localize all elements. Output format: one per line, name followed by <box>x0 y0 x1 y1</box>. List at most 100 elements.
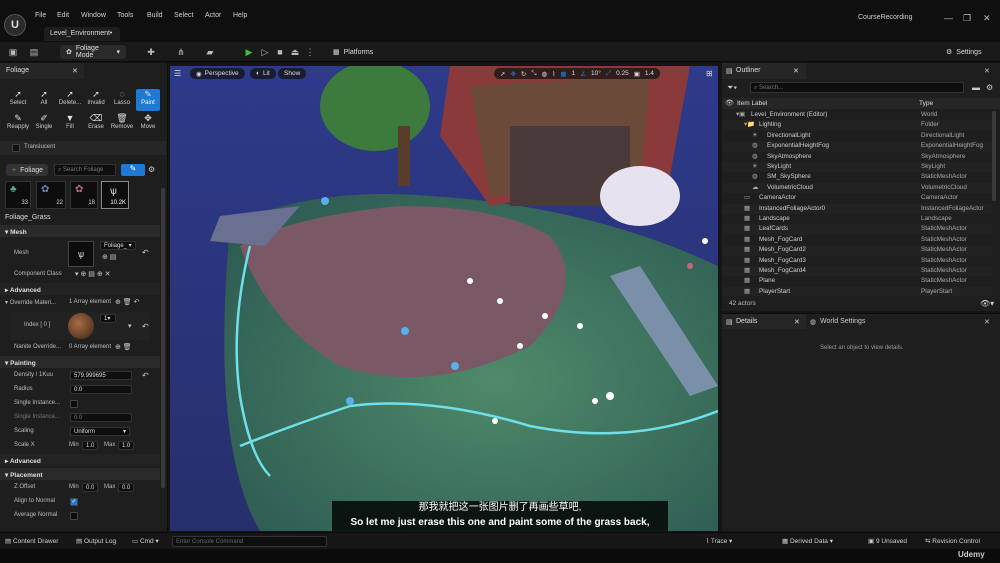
close-panel-icon[interactable]: ✕ <box>984 318 990 326</box>
stop-icon[interactable]: ■ <box>274 46 286 58</box>
tool-reapply[interactable]: ✎ Reapply <box>6 113 30 135</box>
mesh-picker[interactable]: Foliage_ ▾ <box>100 241 136 250</box>
tool-select[interactable]: ➚ Select <box>6 89 30 111</box>
outliner-row[interactable]: ▦ PlayerStart PlayerStart <box>722 286 992 296</box>
scale-max-input[interactable]: 1.0 <box>118 441 134 450</box>
world-icon[interactable]: ◍ <box>542 70 548 78</box>
menu-window[interactable]: Window <box>81 12 106 19</box>
reset-icon[interactable]: ↶ <box>142 371 149 380</box>
save-icon[interactable]: ▣ <box>7 46 19 58</box>
paint-filter-button[interactable]: ✎ <box>121 164 145 176</box>
menu-build[interactable]: Build <box>147 12 163 19</box>
perspective-button[interactable]: ◉ Perspective <box>190 68 245 79</box>
scale-min-input[interactable]: 1.0 <box>82 441 98 450</box>
radius-input[interactable]: 0.0 <box>70 385 132 394</box>
translucent-checkbox[interactable] <box>12 144 20 152</box>
level-doc-tab[interactable]: Level_Environment• <box>44 27 120 41</box>
outliner-row[interactable]: ▾📁 Lighting Folder <box>722 120 992 131</box>
foliage-thumb-grass[interactable]: ѱ 10.2K <box>101 181 129 209</box>
browse-asset-icon[interactable]: ⊕ ▤ <box>102 253 116 261</box>
tool-lasso[interactable]: ◌ Lasso <box>110 89 134 111</box>
tool-all[interactable]: ➚ All <box>32 89 56 111</box>
array-tools-icon[interactable]: ⊕ 🗑 <box>115 343 132 351</box>
minimize-icon[interactable]: — <box>944 13 953 23</box>
gear-icon[interactable]: ⚙ <box>148 165 155 174</box>
section-placement[interactable]: ▾ Placement <box>0 468 160 480</box>
revision-control-button[interactable]: ⇆ Revision Control <box>925 537 980 545</box>
lit-button[interactable]: ◐ Lit <box>250 68 276 79</box>
scale-icon[interactable]: ⤡ <box>531 70 536 78</box>
outliner-row[interactable]: ▦ Mesh_FogCard StaticMeshActor <box>722 235 992 245</box>
col-type[interactable]: Type <box>919 100 933 107</box>
add-folder-icon[interactable]: ▬ <box>972 83 980 92</box>
level-viewport[interactable]: ☰ ◉ Perspective ◐ Lit Show ➚ ✥ ↻ ⤡ ◍ ⌇ ▦ 1… <box>170 66 718 531</box>
platforms-button[interactable]: ▦ Platforms <box>327 45 383 59</box>
density-input[interactable]: 579.999695 <box>70 371 132 380</box>
single-instance2-input[interactable]: 0.0 <box>70 413 132 422</box>
foliage-search-input[interactable]: ⌕ Search Foliage <box>54 164 116 176</box>
add-actor-icon[interactable]: ✚ <box>145 46 157 58</box>
tool-invalid[interactable]: ➚ Invalid <box>84 89 108 111</box>
section-advanced[interactable]: ▸ Advanced <box>0 283 160 295</box>
outliner-search-input[interactable]: ⌕ Search... <box>750 82 964 93</box>
outliner-row[interactable]: ▭ CameraActor CameraActor <box>722 193 992 203</box>
grid-snap-icon[interactable]: ▦ <box>560 70 566 78</box>
more-icon[interactable]: ⋮ <box>304 46 316 58</box>
section-mesh[interactable]: ▾ Mesh <box>0 225 160 237</box>
chevron-down-icon[interactable]: ▾ <box>128 322 132 330</box>
material-thumbnail[interactable] <box>68 313 94 339</box>
world-settings-tab[interactable]: ◍ World Settings <box>808 314 898 329</box>
step-icon[interactable]: ▷ <box>259 46 271 58</box>
average-normal-checkbox[interactable] <box>70 512 78 520</box>
panel-scrollbar[interactable] <box>161 188 165 488</box>
scaling-dropdown[interactable]: Uniform ▾ <box>70 427 130 436</box>
add-foliage-button[interactable]: + Foliage <box>6 164 48 176</box>
eject-icon[interactable]: ⏏ <box>289 46 301 58</box>
mode-dropdown[interactable]: ✿ Foliage Mode ▾ <box>60 45 126 59</box>
menu-file[interactable]: File <box>35 12 46 19</box>
outliner-row[interactable]: ◍ SM_SkySphere StaticMeshActor <box>722 172 992 182</box>
outliner-tab[interactable]: ▤ Outliner ✕ <box>722 63 806 79</box>
outliner-row[interactable]: ▦ Mesh_FogCard3 StaticMeshActor <box>722 256 992 266</box>
angle-snap-icon[interactable]: ∠ <box>580 70 586 78</box>
close-icon[interactable]: ✕ <box>983 13 991 24</box>
console-input[interactable]: Enter Console Command <box>172 536 327 547</box>
filter-icon[interactable]: ⏷▾ <box>727 83 737 93</box>
section-advanced-2[interactable]: ▸ Advanced <box>0 454 160 466</box>
close-panel-icon[interactable]: ✕ <box>984 67 990 75</box>
show-button[interactable]: Show <box>278 68 307 79</box>
camera-speed-icon[interactable]: ▣ <box>634 70 640 78</box>
align-normal-checkbox[interactable]: ✓ <box>70 498 78 506</box>
menu-edit[interactable]: Edit <box>57 12 69 19</box>
unsaved-button[interactable]: ▣ 9 Unsaved <box>868 537 907 545</box>
outliner-row[interactable]: ☁ VolumetricCloud VolumetricCloud <box>722 182 992 194</box>
select-mode-icon[interactable]: ➚ <box>500 70 505 78</box>
settings-button[interactable]: ⚙ Settings <box>940 45 996 59</box>
tool-paint[interactable]: ✎ Paint <box>136 89 160 111</box>
outliner-row[interactable]: ☀ SkyLight SkyLight <box>722 162 992 173</box>
reset-icon[interactable]: ↶ <box>142 248 149 257</box>
outliner-row[interactable]: ▦ Mesh_FogCard4 StaticMeshActor <box>722 266 992 277</box>
cinematics-icon[interactable]: ▰ <box>204 46 216 58</box>
derived-data-button[interactable]: ▦ Derived Data ▾ <box>782 537 833 545</box>
scale-snap-icon[interactable]: ⤢ <box>606 70 611 78</box>
outliner-row[interactable]: ▦ Mesh_FogCard2 StaticMeshActor <box>722 245 992 256</box>
outliner-row[interactable]: ▦ InstancedFoliageActor0 InstancedFoliageA… <box>722 203 992 214</box>
tool-fill[interactable]: ▼ Fill <box>58 113 82 135</box>
outliner-row[interactable]: ☀ DirectionalLight DirectionalLight <box>722 131 992 141</box>
outliner-row[interactable]: ▦ Plane StaticMeshActor <box>722 276 992 286</box>
close-tab-icon[interactable]: ✕ <box>794 318 800 326</box>
blueprint-icon[interactable]: ⋔ <box>175 46 187 58</box>
details-tab[interactable]: ▤ Details ✕ <box>722 314 806 329</box>
translate-icon[interactable]: ✥ <box>510 70 515 78</box>
tool-remove[interactable]: 🗑 Remove <box>110 113 134 135</box>
menu-select[interactable]: Select <box>174 12 193 19</box>
rotate-icon[interactable]: ↻ <box>521 70 526 78</box>
reset-icon[interactable]: ↶ <box>142 322 149 331</box>
tool-delete[interactable]: ➚ Delete... <box>58 89 82 111</box>
view-options-icon[interactable]: 👁▾ <box>980 299 994 308</box>
unreal-logo-icon[interactable]: U <box>4 14 26 36</box>
z-max-input[interactable]: 0.0 <box>118 483 134 492</box>
play-icon[interactable]: ▶ <box>243 46 255 58</box>
gear-icon[interactable]: ⚙ <box>986 83 993 92</box>
